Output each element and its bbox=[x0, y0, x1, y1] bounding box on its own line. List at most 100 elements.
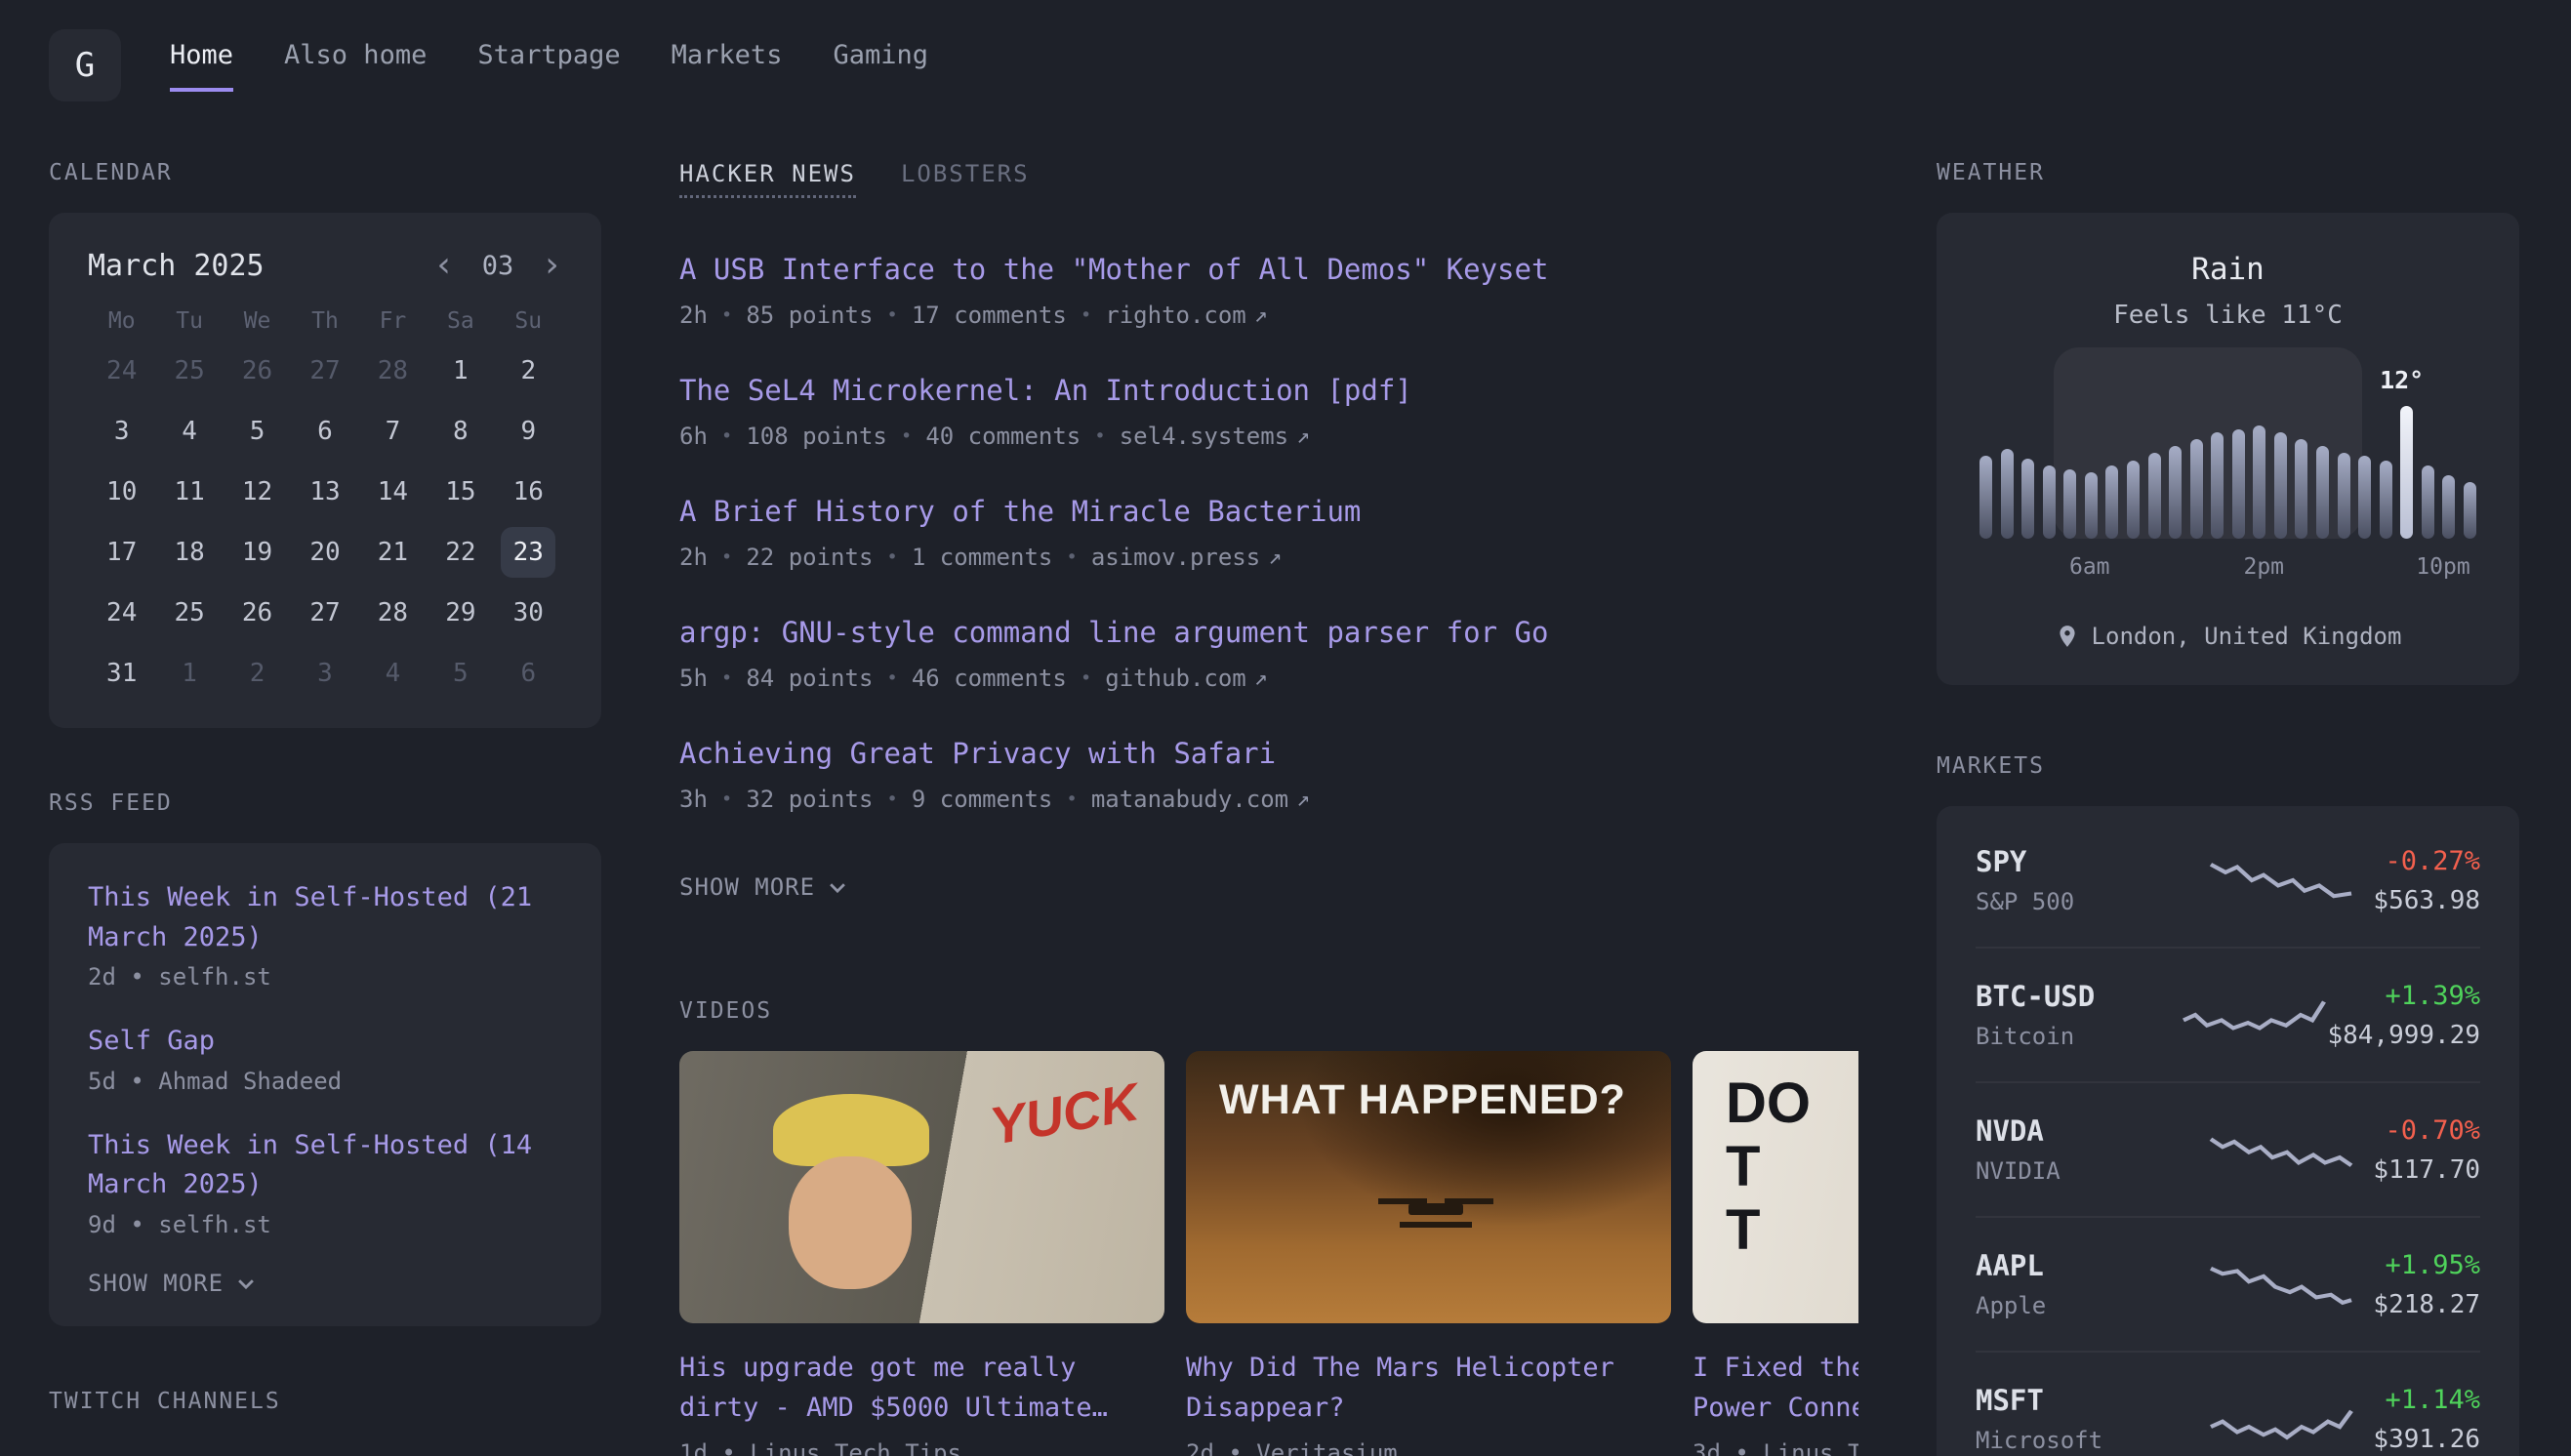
weather-hour-bar bbox=[2442, 373, 2455, 539]
rss-item-title[interactable]: This Week in Self-Hosted (21 March 2025) bbox=[88, 878, 562, 957]
news-title[interactable]: argp: GNU-style command line argument pa… bbox=[679, 616, 1858, 649]
weather-bar-fill bbox=[2232, 429, 2245, 539]
nav-item[interactable]: Also home bbox=[284, 40, 427, 92]
rss-item: This Week in Self-Hosted (21 March 2025)… bbox=[88, 878, 562, 991]
weather-time-labels: 6am2pm10pm bbox=[1972, 554, 2484, 584]
nav-item[interactable]: Markets bbox=[672, 40, 783, 92]
calendar-day: 1 bbox=[162, 648, 217, 699]
separator-dot: • bbox=[721, 425, 732, 447]
news-comments-link[interactable]: 9 comments bbox=[912, 786, 1053, 813]
news-comments-link[interactable]: 1 comments bbox=[912, 544, 1053, 571]
market-row[interactable]: MSFT Microsoft +1.14% $391.26 bbox=[1976, 1351, 2480, 1456]
video-title[interactable]: Why Did The Mars Helicopter Disappear? bbox=[1186, 1349, 1671, 1428]
separator-dot: • bbox=[721, 667, 732, 689]
separator-dot: • bbox=[1081, 667, 1091, 689]
calendar-day-cell: 31 bbox=[95, 648, 149, 699]
nav-item-label: Also home bbox=[284, 40, 427, 92]
calendar-day-cell: 13 bbox=[298, 466, 352, 517]
calendar-day: 17 bbox=[95, 527, 149, 578]
news-show-more-button[interactable]: SHOW MORE bbox=[679, 873, 848, 901]
video-title[interactable]: I Fixed the 5 Power Connect bbox=[1693, 1349, 1858, 1428]
separator-dot: • bbox=[721, 546, 732, 568]
calendar-day: 19 bbox=[230, 527, 285, 578]
calendar-day-cell: 4 bbox=[162, 406, 217, 457]
calendar-day-cell: 24 bbox=[95, 345, 149, 396]
weather-hour-bar bbox=[2253, 373, 2265, 539]
news-source-link[interactable]: righto.com ↗ bbox=[1105, 302, 1267, 329]
separator-dot: • bbox=[1066, 789, 1077, 810]
nav-item[interactable]: Home bbox=[170, 40, 233, 92]
markets-section-title: MARKETS bbox=[1937, 753, 2519, 779]
separator-dot: • bbox=[886, 789, 897, 810]
news-tab[interactable]: HACKER NEWS bbox=[679, 160, 856, 198]
left-column: CALENDAR March 2025 ‹ 03 › MoTuWeThFrSaS… bbox=[49, 160, 601, 1441]
calendar-day-cell: 28 bbox=[365, 587, 420, 638]
separator-dot: • bbox=[1081, 304, 1091, 326]
calendar-day: 14 bbox=[365, 466, 420, 517]
market-price: $563.98 bbox=[2373, 886, 2480, 915]
weather-bar-fill bbox=[2190, 439, 2203, 539]
nav-item[interactable]: Gaming bbox=[833, 40, 928, 92]
news-comments-link[interactable]: 46 comments bbox=[912, 665, 1067, 692]
weather-hour-bar bbox=[2148, 373, 2161, 539]
rss-item-title[interactable]: Self Gap bbox=[88, 1022, 562, 1062]
calendar-day-cell: 5 bbox=[230, 406, 285, 457]
calendar-day: 27 bbox=[298, 345, 352, 396]
weather-bar-fill bbox=[2380, 461, 2392, 539]
news-comments-link[interactable]: 40 comments bbox=[925, 423, 1081, 450]
weather-section-title: WEATHER bbox=[1937, 160, 2519, 185]
calendar-day: 4 bbox=[365, 648, 420, 699]
news-points: 85 points bbox=[746, 302, 873, 329]
news-comments-link[interactable]: 17 comments bbox=[912, 302, 1067, 329]
news-source-link[interactable]: matanabudy.com ↗ bbox=[1091, 786, 1310, 813]
market-identity: MSFT Microsoft bbox=[1976, 1384, 2188, 1454]
news-points: 84 points bbox=[746, 665, 873, 692]
market-change: -0.70% bbox=[2373, 1115, 2480, 1146]
rss-item-title[interactable]: This Week in Self-Hosted (14 March 2025) bbox=[88, 1126, 562, 1205]
video-card[interactable]: DO T T I Fixed the 5 Power Connect 3d • … bbox=[1693, 1051, 1858, 1456]
market-values: +1.14% $391.26 bbox=[2373, 1385, 2480, 1454]
calendar-day: 2 bbox=[501, 345, 555, 396]
video-card[interactable]: YUCK His upgrade got me really dirty - A… bbox=[679, 1051, 1164, 1456]
market-row[interactable]: BTC-USD Bitcoin +1.39% $84,999.29 bbox=[1976, 947, 2480, 1081]
weather-condition: Rain bbox=[1972, 252, 2484, 287]
market-values: +1.39% $84,999.29 bbox=[2327, 981, 2480, 1050]
video-thumbnail[interactable]: YUCK bbox=[679, 1051, 1164, 1323]
calendar-day: 28 bbox=[365, 345, 420, 396]
weather-hour-bar bbox=[2127, 373, 2140, 539]
calendar-day: 11 bbox=[162, 466, 217, 517]
calendar-next-icon[interactable]: › bbox=[541, 248, 562, 283]
market-name: Apple bbox=[1976, 1292, 2188, 1319]
app-logo[interactable]: G bbox=[49, 29, 121, 101]
calendar-day-cell: 5 bbox=[433, 648, 488, 699]
weather-hour-bar bbox=[2380, 373, 2392, 539]
calendar-day: 3 bbox=[95, 406, 149, 457]
calendar-day-cell: 6 bbox=[298, 406, 352, 457]
nav-item[interactable]: Startpage bbox=[477, 40, 620, 92]
news-source-link[interactable]: sel4.systems ↗ bbox=[1120, 423, 1310, 450]
news-title[interactable]: A USB Interface to the "Mother of All De… bbox=[679, 253, 1858, 286]
news-source-link[interactable]: github.com ↗ bbox=[1105, 665, 1267, 692]
separator-dot: • bbox=[886, 667, 897, 689]
news-tab[interactable]: LOBSTERS bbox=[901, 160, 1030, 198]
video-title[interactable]: His upgrade got me really dirty - AMD $5… bbox=[679, 1349, 1164, 1428]
market-row[interactable]: AAPL Apple +1.95% $218.27 bbox=[1976, 1216, 2480, 1351]
video-thumbnail[interactable]: DO T T bbox=[1693, 1051, 1858, 1323]
market-row[interactable]: SPY S&P 500 -0.27% $563.98 bbox=[1976, 814, 2480, 947]
rss-show-more-button[interactable]: SHOW MORE bbox=[88, 1270, 257, 1297]
news-tabs: HACKER NEWS LOBSTERS bbox=[679, 160, 1858, 198]
weather-hour-bar bbox=[2295, 373, 2307, 539]
video-meta: 2d • Veritasium bbox=[1186, 1439, 1671, 1456]
weather-bar-fill bbox=[2316, 446, 2329, 539]
video-thumbnail[interactable]: WHAT HAPPENED? bbox=[1186, 1051, 1671, 1323]
weather-location-text: London, United Kingdom bbox=[2092, 623, 2402, 650]
video-card[interactable]: WHAT HAPPENED? Why Did The Mars Helicopt… bbox=[1186, 1051, 1671, 1456]
news-source-link[interactable]: asimov.press ↗ bbox=[1091, 544, 1282, 571]
news-title[interactable]: Achieving Great Privacy with Safari bbox=[679, 737, 1858, 770]
market-row[interactable]: NVDA NVIDIA -0.70% $117.70 bbox=[1976, 1081, 2480, 1216]
calendar-prev-icon[interactable]: ‹ bbox=[433, 248, 455, 283]
news-title[interactable]: A Brief History of the Miracle Bacterium bbox=[679, 495, 1858, 528]
news-title[interactable]: The SeL4 Microkernel: An Introduction [p… bbox=[679, 374, 1858, 407]
weather-bar-fill bbox=[2063, 469, 2076, 539]
market-change: -0.27% bbox=[2373, 846, 2480, 876]
